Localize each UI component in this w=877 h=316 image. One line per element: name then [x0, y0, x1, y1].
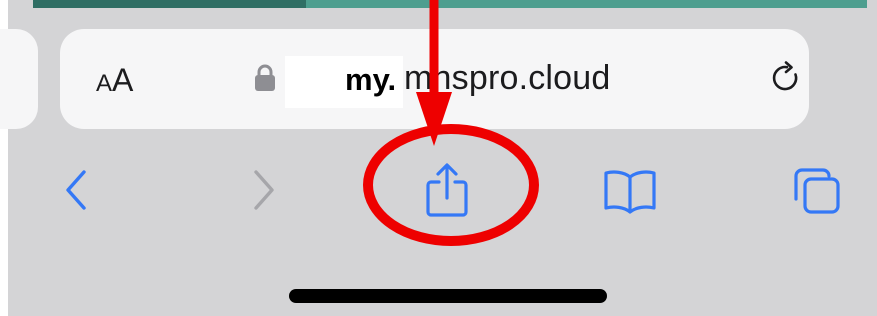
- tabs-icon[interactable]: [790, 165, 844, 217]
- lock-icon: [255, 64, 275, 91]
- chevron-left-icon[interactable]: [60, 168, 92, 212]
- reload-icon[interactable]: [768, 60, 804, 96]
- previous-tab-address-bar[interactable]: [0, 29, 38, 129]
- share-icon[interactable]: [422, 162, 472, 218]
- url-text[interactable]: mhspro.cloud: [404, 56, 611, 100]
- chevron-right-icon[interactable]: [248, 168, 280, 212]
- page-content-strip-dark: [33, 0, 306, 8]
- reader-label-large: A: [112, 62, 134, 98]
- screenshot: A A mhspro.cloud my.: [0, 0, 877, 316]
- reader-label-small: A: [96, 70, 113, 97]
- book-icon[interactable]: [602, 168, 658, 214]
- url-overlay-text: my.: [345, 62, 397, 97]
- reader-mode-button[interactable]: A A: [96, 60, 133, 100]
- home-indicator[interactable]: [289, 289, 607, 303]
